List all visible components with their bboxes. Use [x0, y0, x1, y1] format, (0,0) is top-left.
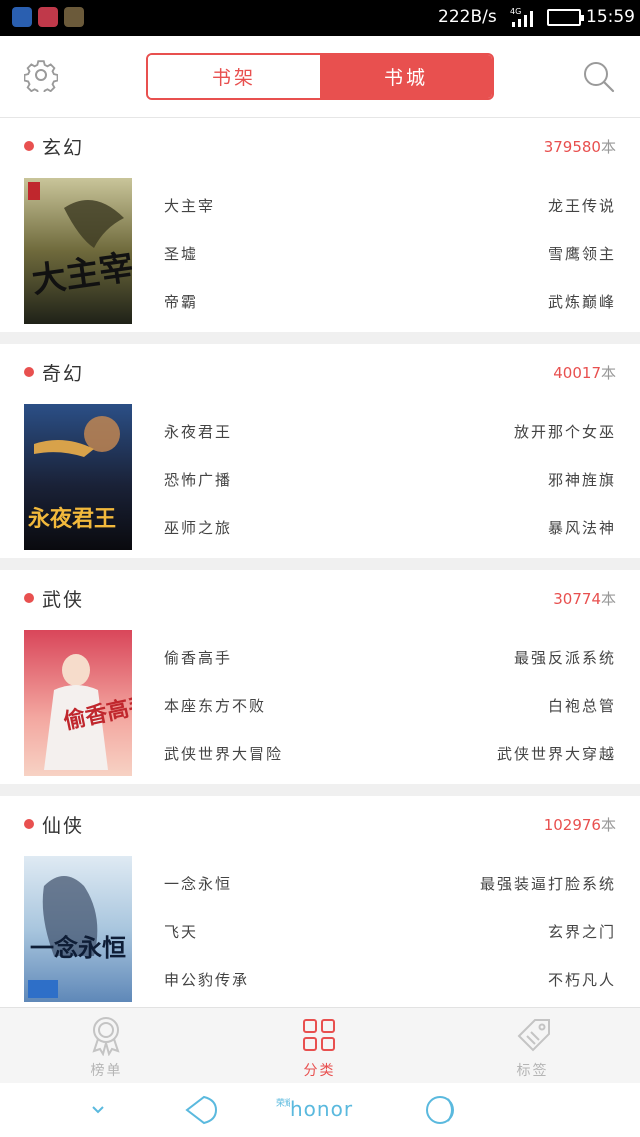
- battery-icon: [547, 9, 584, 26]
- book-cover[interactable]: 一念永恒: [24, 856, 132, 1002]
- gear-icon[interactable]: [24, 58, 58, 92]
- tab-label: 标签: [516, 1063, 549, 1079]
- tab-category[interactable]: 分类: [213, 1008, 426, 1084]
- book-title[interactable]: 邪神旌旗: [548, 469, 616, 490]
- book-title[interactable]: 大主宰: [164, 195, 215, 216]
- book-title[interactable]: 偷香高手: [164, 647, 232, 668]
- network-speed: 222B/s: [438, 7, 497, 27]
- ribbon-award-icon: [92, 1017, 120, 1056]
- book-title[interactable]: 最强反派系统: [514, 647, 616, 668]
- search-icon[interactable]: [582, 60, 616, 94]
- tab-ranking[interactable]: 榜单: [0, 1008, 213, 1084]
- category-name: 奇幻: [42, 363, 85, 385]
- category-book-count: 30774本: [553, 590, 616, 608]
- bookshelf-store-switch: 书架 书城: [146, 53, 494, 100]
- app-notification-icon: [12, 7, 32, 27]
- chevron-down-icon[interactable]: [90, 1103, 106, 1115]
- book-title[interactable]: 圣墟: [164, 243, 198, 264]
- book-title[interactable]: 不朽凡人: [548, 969, 616, 990]
- book-cover[interactable]: 偷香高手: [24, 630, 132, 776]
- category-list: 玄幻 379580本 大主宰 大主宰 圣墟 帝霸 龙王传说 雪鹰领主 武炼巅峰 …: [0, 118, 640, 1007]
- bottom-tab-bar: 榜单 分类 标签: [0, 1007, 640, 1083]
- book-title[interactable]: 武侠世界大冒险: [164, 743, 283, 764]
- category-header[interactable]: 玄幻 379580本: [0, 118, 640, 172]
- category-name: 仙侠: [42, 815, 85, 837]
- brand-prefix-mark: 荣耀: [276, 1097, 290, 1109]
- category-section: 奇幻 40017本 永夜君王 永夜君王 恐怖广播 巫师之旅 放开那个女巫 邪神旌…: [0, 344, 640, 558]
- brand-logo: honor: [290, 1097, 354, 1121]
- book-title[interactable]: 武炼巅峰: [548, 291, 616, 312]
- app-notification-icon: [64, 7, 84, 27]
- book-title[interactable]: 帝霸: [164, 291, 198, 312]
- category-header[interactable]: 武侠 30774本: [0, 570, 640, 624]
- book-cover[interactable]: 永夜君王: [24, 404, 132, 550]
- book-title[interactable]: 永夜君王: [164, 421, 232, 442]
- bullet-dot-icon: [24, 593, 34, 603]
- grid-category-icon: [303, 1019, 335, 1051]
- bullet-dot-icon: [24, 819, 34, 829]
- book-title[interactable]: 玄界之门: [548, 921, 616, 942]
- signal-icon: 4G: [510, 7, 533, 27]
- category-book-count: 379580本: [543, 138, 616, 156]
- cover-title: 永夜君王: [28, 506, 116, 532]
- tab-label: 分类: [303, 1063, 336, 1079]
- app-notification-icon: [38, 7, 58, 27]
- book-cover[interactable]: 大主宰: [24, 178, 132, 324]
- tab-bookshelf[interactable]: 书架: [148, 55, 320, 98]
- book-title[interactable]: 雪鹰领主: [548, 243, 616, 264]
- book-title[interactable]: 放开那个女巫: [514, 421, 616, 442]
- tab-label: 榜单: [90, 1063, 123, 1079]
- home-icon[interactable]: [424, 1093, 458, 1127]
- category-section: 武侠 30774本 偷香高手 偷香高手 本座东方不败 武侠世界大冒险 最强反派系…: [0, 570, 640, 784]
- brand-prefix-text: 荣耀: [276, 1097, 290, 1109]
- category-name: 玄幻: [42, 137, 85, 159]
- system-nav-bar: 荣耀 honor: [0, 1083, 640, 1137]
- tab-bookstore[interactable]: 书城: [320, 55, 492, 98]
- clock: 15:59: [586, 7, 635, 27]
- top-header: 书架 书城: [0, 36, 640, 118]
- book-title[interactable]: 恐怖广播: [164, 469, 232, 490]
- book-title[interactable]: 最强装逼打脸系统: [480, 873, 616, 894]
- book-title[interactable]: 武侠世界大穿越: [497, 743, 616, 764]
- bullet-dot-icon: [24, 367, 34, 377]
- book-title[interactable]: 本座东方不败: [164, 695, 266, 716]
- bullet-dot-icon: [24, 141, 34, 151]
- book-title[interactable]: 一念永恒: [164, 873, 232, 894]
- book-title[interactable]: 飞天: [164, 921, 198, 942]
- book-title[interactable]: 暴风法神: [548, 517, 616, 538]
- book-title[interactable]: 申公豹传承: [164, 969, 249, 990]
- back-icon[interactable]: [184, 1094, 218, 1126]
- category-section: 仙侠 102976本 一念永恒 一念永恒 飞天 申公豹传承 最强装逼打脸系统 玄…: [0, 796, 640, 1007]
- cover-title: 一念永恒: [30, 933, 126, 962]
- category-section: 玄幻 379580本 大主宰 大主宰 圣墟 帝霸 龙王传说 雪鹰领主 武炼巅峰: [0, 118, 640, 332]
- category-book-count: 102976本: [543, 816, 616, 834]
- category-book-count: 40017本: [553, 364, 616, 382]
- book-title[interactable]: 白袍总管: [548, 695, 616, 716]
- tab-tags[interactable]: 标签: [426, 1008, 639, 1084]
- category-header[interactable]: 仙侠 102976本: [0, 796, 640, 850]
- network-type: 4G: [510, 7, 521, 16]
- book-title[interactable]: 巫师之旅: [164, 517, 232, 538]
- status-bar: 222B/s 4G 15:59: [0, 0, 640, 36]
- category-name: 武侠: [42, 589, 85, 611]
- book-title[interactable]: 龙王传说: [548, 195, 616, 216]
- tag-icon: [517, 1019, 550, 1052]
- category-header[interactable]: 奇幻 40017本: [0, 344, 640, 398]
